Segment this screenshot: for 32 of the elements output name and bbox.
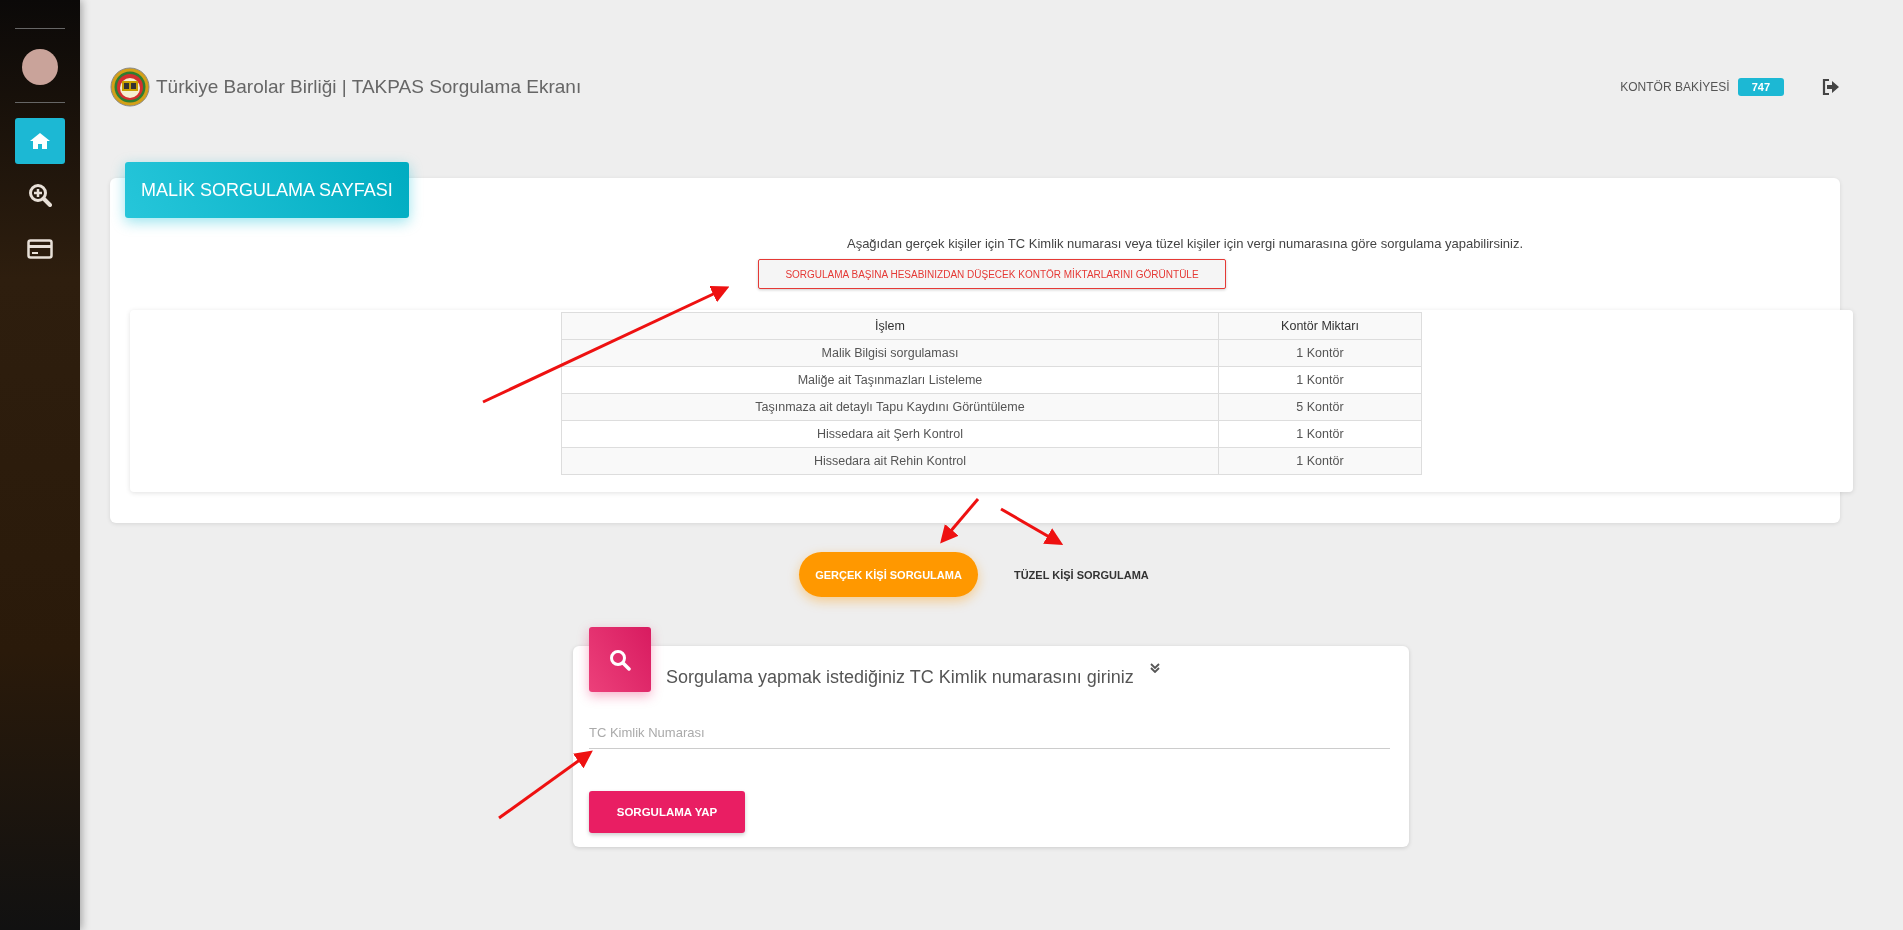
table-cell: Maliğe ait Taşınmazları Listeleme [561, 366, 1219, 394]
annotation-arrow [1000, 507, 1064, 545]
table-cell: 1 Kontör [1218, 447, 1422, 475]
query-type-tab[interactable]: TÜZEL KİŞİ SORGULAMA [997, 552, 1165, 597]
card-header: MALİK SORGULAMA SAYFASI [125, 162, 409, 218]
table-cell: 1 Kontör [1218, 339, 1422, 367]
table-cell: Hissedara ait Rehin Kontrol [561, 447, 1219, 475]
table-cell: 1 Kontör [1218, 366, 1422, 394]
search-icon [609, 648, 631, 671]
annotation-arrow [940, 498, 980, 544]
table-cell: Hissedara ait Şerh Kontrol [561, 420, 1219, 448]
balance-label: KONTÖR BAKİYESİ [1620, 80, 1730, 94]
emblem-logo [110, 67, 150, 107]
column-header: Kontör Miktarı [1218, 312, 1422, 340]
table-cell: Malik Bilgisi sorgulaması [561, 339, 1219, 367]
zoom-in-icon [28, 183, 52, 207]
table-cell: 1 Kontör [1218, 420, 1422, 448]
double-chevron-icon[interactable] [1149, 663, 1160, 673]
table-cell: 5 Kontör [1218, 393, 1422, 421]
search-title: Sorgulama yapmak istediğiniz TC Kimlik numarasını giriniz [666, 667, 1134, 688]
avatar[interactable] [22, 49, 58, 85]
balance-badge: 747 [1737, 78, 1784, 96]
home-icon [29, 132, 51, 150]
table-cell: Taşınmaza ait detaylı Tapu Kaydını Görüntüleme [561, 393, 1219, 421]
column-header: İşlem [561, 312, 1219, 340]
page-title: Türkiye Barolar Birliği | TAKPAS Sorgulama Ekranı [156, 76, 582, 98]
description-text: Aşağıdan gerçek kişiler için TC Kimlik numarası veya tüzel kişiler için vergi numarasına göre sorgulama yapabilirsiniz. [845, 236, 1524, 251]
tc-number-field[interactable]: TC Kimlik Numarası [589, 719, 1390, 749]
logout-icon[interactable] [1822, 79, 1840, 95]
view-fees-button[interactable]: SORGULAMA BAŞINA HESABINIZDAN DÜŞECEK KONTÖR MİKTARLARINI GÖRÜNTÜLE [758, 259, 1226, 289]
query-button[interactable]: SORGULAMA YAP [589, 791, 745, 833]
credit-card-icon [27, 239, 53, 259]
